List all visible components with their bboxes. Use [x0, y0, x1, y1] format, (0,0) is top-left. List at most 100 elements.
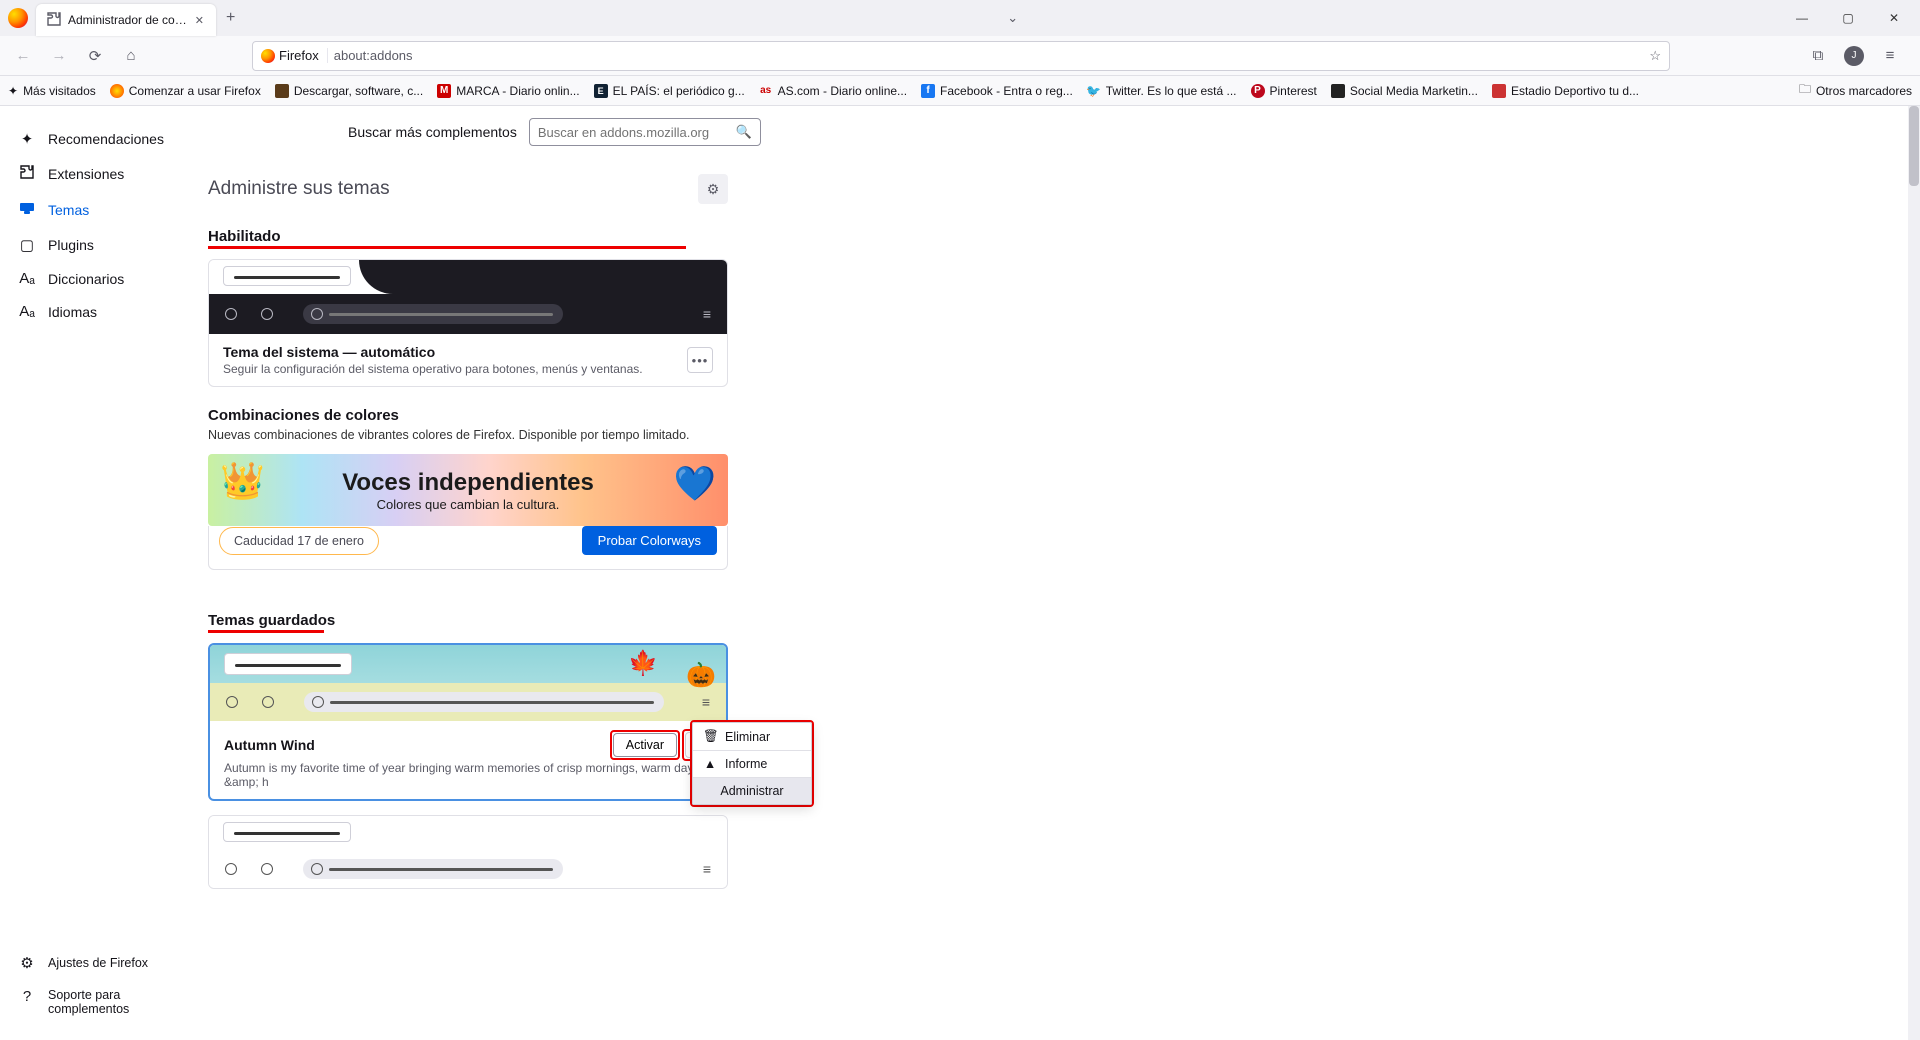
sidebar-item-plugins[interactable]: ▢Plugins	[8, 228, 200, 262]
banner-title: Voces independientes	[342, 469, 594, 497]
bookmark-item[interactable]: Estadio Deportivo tu d...	[1492, 84, 1639, 98]
bookmark-item[interactable]: EEL PAÍS: el periódico g...	[594, 84, 745, 98]
annotation-underline	[208, 246, 686, 249]
home-button[interactable]: ⌂	[116, 41, 146, 71]
help-icon: ?	[18, 988, 36, 1005]
colorways-subtitle: Nuevas combinaciones de vibrantes colore…	[208, 428, 948, 442]
bookmark-item[interactable]: Comenzar a usar Firefox	[110, 84, 261, 98]
identity-label: Firefox	[279, 48, 319, 63]
minimize-button[interactable]: —	[1780, 3, 1824, 33]
bookmark-most-visited[interactable]: ✦Más visitados	[8, 84, 96, 98]
other-bookmarks[interactable]: 🗀Otros marcadores	[1799, 80, 1912, 101]
close-tab-icon[interactable]: ✕	[193, 12, 206, 29]
theme-preview: 🍁 🎃 ≡	[210, 645, 726, 721]
tabs-dropdown-icon[interactable]: ⌄	[993, 10, 1032, 26]
sidebar-addons-support[interactable]: ?Soporte para complementos	[8, 980, 200, 1024]
page-settings-button[interactable]: ⚙	[698, 174, 728, 204]
reload-button[interactable]: ⟳	[80, 41, 110, 71]
search-label: Buscar más complementos	[348, 124, 517, 140]
leaf-icon: 🍁	[628, 649, 658, 678]
app-menu-button[interactable]: ≡	[1876, 42, 1904, 70]
theme-card-light[interactable]: ≡	[208, 815, 728, 889]
theme-preview: ≡	[209, 816, 727, 888]
back-button[interactable]: ←	[8, 41, 38, 71]
menu-item-manage[interactable]: Administrar	[693, 778, 811, 804]
sidebar-item-languages[interactable]: AₐIdiomas	[8, 295, 200, 328]
addon-icon	[46, 11, 62, 30]
main-content: Buscar más complementos Buscar en addons…	[208, 106, 1920, 1040]
crown-icon: 👑	[220, 460, 265, 502]
tab-title: Administrador de complement	[68, 13, 187, 27]
addon-search-input[interactable]: Buscar en addons.mozilla.org 🔍	[529, 118, 761, 146]
account-button[interactable]: J	[1840, 42, 1868, 70]
annotation-highlight: 🗑Eliminar ▲Informe Administrar	[692, 722, 812, 805]
url-bar[interactable]: Firefox about:addons ☆	[252, 41, 1670, 71]
sidebar-item-recommendations[interactable]: ✦Recomendaciones	[8, 122, 200, 156]
theme-title: Tema del sistema — automático	[223, 344, 643, 360]
bookmark-item[interactable]: MMARCA - Diario onlin...	[437, 84, 579, 98]
sidebar: ✦Recomendaciones Extensiones Temas ▢Plug…	[0, 106, 208, 1040]
sidebar-item-themes[interactable]: Temas	[8, 192, 200, 228]
sidebar-item-dictionaries[interactable]: AₐDiccionarios	[8, 262, 200, 295]
theme-description: Seguir la configuración del sistema oper…	[223, 362, 643, 376]
theme-context-menu: 🗑Eliminar ▲Informe Administrar	[692, 722, 812, 805]
favicon-icon	[1492, 84, 1506, 98]
save-pocket-icon[interactable]: ⧉	[1804, 42, 1832, 70]
scrollbar-thumb[interactable]	[1909, 106, 1919, 186]
page-title: Administre sus temas	[208, 178, 390, 200]
theme-description: Autumn is my favorite time of year bring…	[224, 761, 712, 789]
sidebar-firefox-settings[interactable]: ⚙Ajustes de Firefox	[8, 946, 200, 980]
warning-icon: ▲	[703, 757, 717, 771]
annotation-highlight: Activar	[612, 732, 678, 758]
firefox-logo-icon	[8, 8, 28, 28]
gear-icon: ⚙	[18, 954, 36, 972]
maximize-button[interactable]: ▢	[1826, 3, 1870, 33]
most-visited-icon: ✦	[8, 84, 18, 98]
bookmark-item[interactable]: asAS.com - Diario online...	[759, 84, 907, 98]
search-icon: 🔍	[736, 124, 752, 140]
brush-icon	[18, 200, 36, 220]
close-window-button[interactable]: ✕	[1872, 3, 1916, 33]
theme-more-button[interactable]: •••	[687, 347, 713, 373]
window-titlebar: Administrador de complement ✕ + ⌄ — ▢ ✕	[0, 0, 1920, 36]
hamburger-icon: ≡	[703, 861, 711, 877]
bookmark-item[interactable]: Descargar, software, c...	[275, 84, 423, 98]
bookmarks-toolbar: ✦Más visitados Comenzar a usar Firefox D…	[0, 76, 1920, 106]
bookmark-star-icon[interactable]: ☆	[1649, 48, 1661, 64]
sidebar-item-extensions[interactable]: Extensiones	[8, 156, 200, 192]
hamburger-icon: ≡	[703, 306, 711, 322]
theme-card-system[interactable]: ≡ Tema del sistema — automático Seguir l…	[208, 259, 728, 387]
avatar-icon: J	[1844, 46, 1864, 66]
sparkle-icon: ✦	[18, 130, 36, 148]
browser-tab[interactable]: Administrador de complement ✕	[36, 4, 216, 36]
menu-item-report[interactable]: ▲Informe	[693, 751, 811, 777]
folder-icon: 🗀	[1799, 80, 1811, 101]
favicon-icon: f	[921, 84, 935, 98]
bookmark-item[interactable]: PPinterest	[1251, 84, 1317, 98]
heart-icon: 💙	[674, 464, 716, 504]
bookmark-item[interactable]: Social Media Marketin...	[1331, 84, 1478, 98]
hamburger-icon: ≡	[702, 694, 710, 710]
forward-button[interactable]: →	[44, 41, 74, 71]
colorways-expiry-badge: Caducidad 17 de enero	[219, 527, 379, 555]
plugin-icon: ▢	[18, 236, 36, 254]
favicon-icon: M	[437, 84, 451, 98]
identity-firefox-icon	[261, 49, 275, 63]
try-colorways-button[interactable]: Probar Colorways	[582, 526, 717, 555]
theme-preview: ≡	[209, 260, 727, 334]
dictionary-icon: Aₐ	[18, 270, 36, 287]
search-placeholder: Buscar en addons.mozilla.org	[538, 125, 709, 140]
scrollbar[interactable]	[1908, 106, 1920, 1040]
favicon-icon: E	[594, 84, 608, 98]
saved-themes-heading: Temas guardados	[208, 588, 948, 633]
theme-card-autumn[interactable]: 🍁 🎃 ≡ Autumn Wind Activar	[208, 643, 728, 801]
activate-button[interactable]: Activar	[613, 733, 677, 757]
menu-item-delete[interactable]: 🗑Eliminar	[693, 723, 811, 750]
colorways-heading: Combinaciones de colores	[208, 407, 948, 424]
bookmark-item[interactable]: 🐦Twitter. Es lo que está ...	[1087, 84, 1237, 98]
gear-icon: ⚙	[707, 181, 720, 198]
favicon-icon	[1331, 84, 1345, 98]
new-tab-button[interactable]: +	[216, 9, 245, 27]
favicon-icon: P	[1251, 84, 1265, 98]
bookmark-item[interactable]: fFacebook - Entra o reg...	[921, 84, 1073, 98]
